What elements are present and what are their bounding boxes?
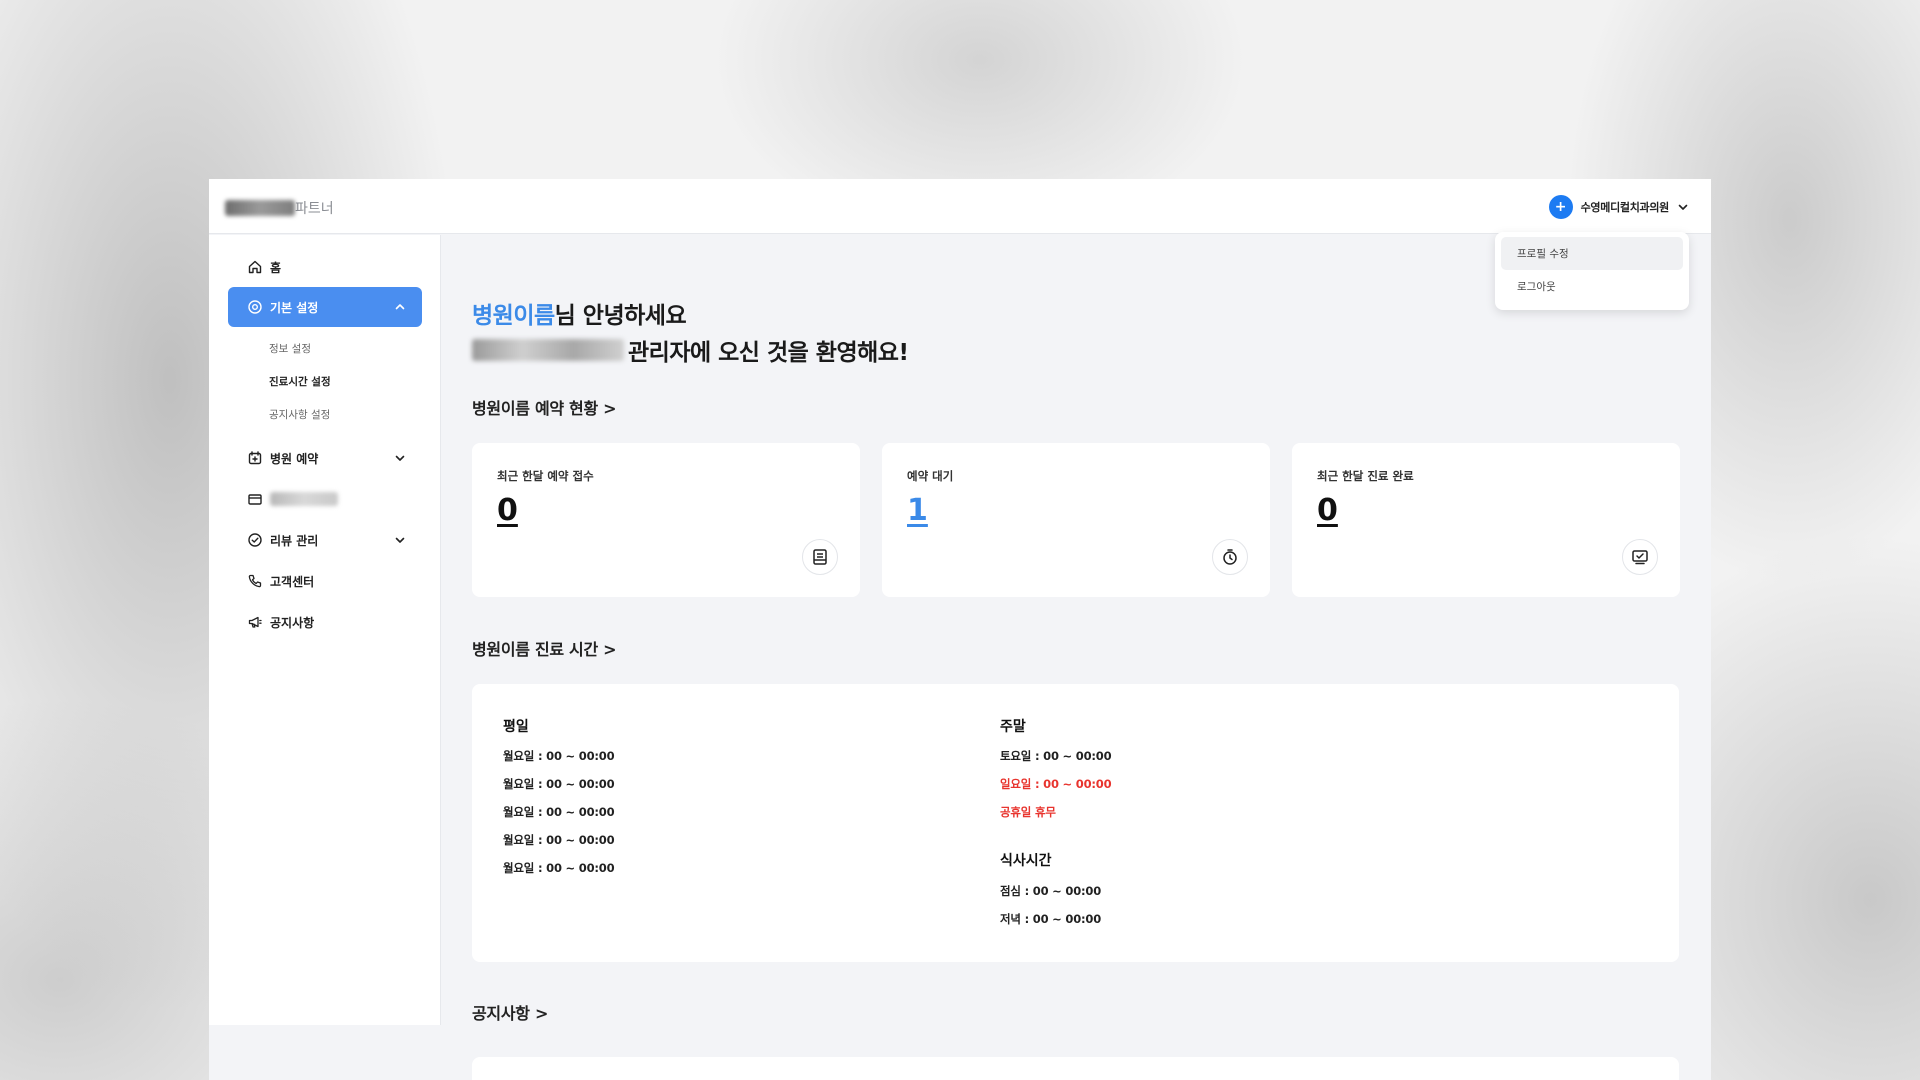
dropdown-item-edit-profile[interactable]: 프로필 수정 [1501,237,1683,270]
top-bar: 파트너 + 수영메디컬치과의원 [209,179,1711,234]
chevron-down-icon [395,537,405,543]
stat-card-received[interactable]: 최근 한달 예약 접수 0 [472,443,860,597]
stat-value[interactable]: 0 [1317,493,1338,528]
sidebar-item-reviews[interactable]: 리뷰 관리 [228,520,422,560]
calendar-icon [248,451,262,465]
logo-redacted [225,200,295,216]
greeting-hospital-name: 병원이름 [472,303,555,329]
stat-card-completed[interactable]: 최근 한달 진료 완료 0 [1292,443,1680,597]
hours-card: 평일 월요일 : 00 ~ 00:00 월요일 : 00 ~ 00:00 월요일… [472,684,1679,962]
profile-dropdown: 프로필 수정 로그아웃 [1495,232,1689,310]
greeting-line2: 관리자에 오신 것을 환영해요! [472,333,909,367]
megaphone-icon [248,616,262,628]
notice-card [472,1057,1679,1080]
timer-icon [1212,539,1248,575]
dropdown-item-logout[interactable]: 로그아웃 [1501,270,1683,303]
user-menu[interactable]: + 수영메디컬치과의원 [1548,194,1689,220]
sidebar-item-payment[interactable] [228,479,422,519]
user-name: 수영메디컬치과의원 [1580,201,1670,214]
sidebar: 홈 기본 설정 정보 설정 진료시간 설정 공지사항 설정 병원 예약 리뷰 관… [209,235,441,1025]
weekend-hours-line-sunday: 일요일 : 00 ~ 00:00 [1000,777,1112,791]
weekend-hours-line: 토요일 : 00 ~ 00:00 [1000,749,1112,763]
settings-icon [248,300,262,314]
sidebar-subitem-info-settings[interactable]: 정보 설정 [269,341,311,356]
phone-icon [248,574,262,588]
review-check-icon [248,533,262,547]
card-icon [248,494,262,505]
sidebar-item-label-redacted [270,492,338,506]
sidebar-item-label: 공지사항 [270,615,315,630]
greeting-line2-suffix: 관리자에 오신 것을 환영해요! [628,340,909,366]
chevron-down-icon [1678,204,1688,210]
sidebar-subitem-hours-settings[interactable]: 진료시간 설정 [269,374,331,389]
weekday-hours-line: 월요일 : 00 ~ 00:00 [503,749,615,763]
monitor-check-icon [1622,539,1658,575]
meal-hours-line: 점심 : 00 ~ 00:00 [1000,884,1102,898]
sidebar-item-label: 병원 예약 [270,451,319,466]
weekday-hours-line: 월요일 : 00 ~ 00:00 [503,805,615,819]
section-title-reservations[interactable]: 병원이름 예약 현황 > [472,395,617,419]
stat-label: 예약 대기 [907,469,954,483]
stat-value[interactable]: 1 [907,493,928,528]
stat-label: 최근 한달 진료 완료 [1317,469,1414,483]
meal-title: 식사시간 [1000,853,1052,869]
plus-icon: + [1548,195,1573,219]
weekday-hours-line: 월요일 : 00 ~ 00:00 [503,777,615,791]
sidebar-item-label: 고객센터 [270,574,315,589]
logo-text[interactable]: 파트너 [295,198,334,218]
chevron-down-icon [395,455,405,461]
sidebar-item-label: 리뷰 관리 [270,533,319,548]
section-title-notices[interactable]: 공지사항 > [472,1000,548,1024]
sidebar-item-notices[interactable]: 공지사항 [228,602,422,642]
sidebar-subitem-notice-settings[interactable]: 공지사항 설정 [269,407,330,422]
meal-hours-line: 저녁 : 00 ~ 00:00 [1000,912,1102,926]
stat-card-pending[interactable]: 예약 대기 1 [882,443,1270,597]
weekday-hours-line: 월요일 : 00 ~ 00:00 [503,833,615,847]
weekend-title: 주말 [1000,719,1026,735]
sidebar-item-customer-center[interactable]: 고객센터 [228,561,422,601]
stat-value[interactable]: 0 [497,493,518,528]
greeting-line1-suffix: 님 안녕하세요 [554,303,687,329]
sidebar-item-home[interactable]: 홈 [228,247,422,287]
sidebar-item-reservation[interactable]: 병원 예약 [228,438,422,478]
holiday-closed-line: 공휴일 휴무 [1000,805,1056,819]
sidebar-item-label: 홈 [270,260,282,275]
sidebar-item-basic-settings[interactable]: 기본 설정 [228,287,422,327]
home-icon [248,260,262,274]
receipt-icon [802,539,838,575]
greeting-name-redacted [472,339,624,361]
chevron-up-icon [395,304,405,310]
section-title-hours[interactable]: 병원이름 진료 시간 > [472,636,617,660]
weekday-title: 평일 [503,719,529,735]
sidebar-item-label: 기본 설정 [270,300,319,315]
greeting-line1: 병원이름님 안녕하세요 [472,296,687,330]
stat-label: 최근 한달 예약 접수 [497,469,594,483]
weekday-hours-line: 월요일 : 00 ~ 00:00 [503,861,615,875]
app-window: 파트너 + 수영메디컬치과의원 홈 기본 설정 정보 설정 진료시간 설정 공지… [209,179,1711,1080]
